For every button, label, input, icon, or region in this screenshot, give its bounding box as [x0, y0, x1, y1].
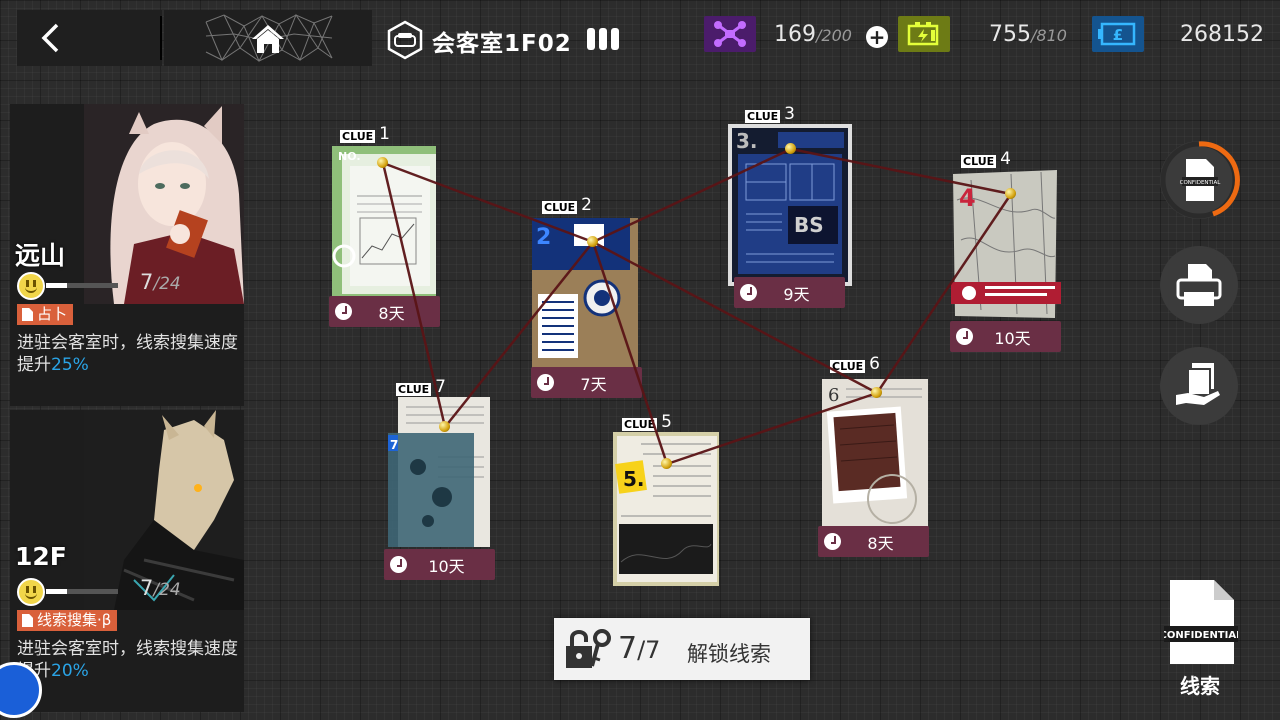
printer-icon	[1176, 264, 1222, 306]
svg-text:CONFIDENTIAL: CONFIDENTIAL	[1164, 630, 1238, 641]
pin-2	[587, 236, 598, 247]
print-button[interactable]	[1160, 246, 1238, 324]
pin-6	[871, 387, 882, 398]
unlock-label: 解锁线索	[687, 642, 771, 666]
unlock-clues-button[interactable]: 7/7 解锁线索	[554, 618, 810, 680]
pin-1	[377, 157, 388, 168]
clue-progress-ring	[1160, 141, 1240, 219]
confidential-file-icon: CONFIDENTIAL	[1160, 580, 1243, 664]
clue-board: CLUE 1 NO. 8天 CLUE 2 2 7天 CLUE 3 3. BS 9天	[0, 0, 1280, 720]
unlock-icon	[566, 629, 611, 668]
clue-strings	[381, 147, 1013, 466]
pin-3	[785, 143, 796, 154]
unlock-count: 7/7	[618, 631, 661, 666]
clues-label: 线索	[1180, 674, 1220, 698]
pin-5	[661, 458, 672, 469]
clue-progress-button[interactable]: CONFIDENTIAL	[1160, 141, 1240, 219]
clues-button[interactable]: CONFIDENTIAL 线索	[1160, 578, 1243, 698]
pin-7	[439, 421, 450, 432]
hand-docs-icon	[1176, 363, 1220, 405]
pin-4	[1005, 188, 1016, 199]
give-clue-button[interactable]	[1160, 347, 1238, 425]
